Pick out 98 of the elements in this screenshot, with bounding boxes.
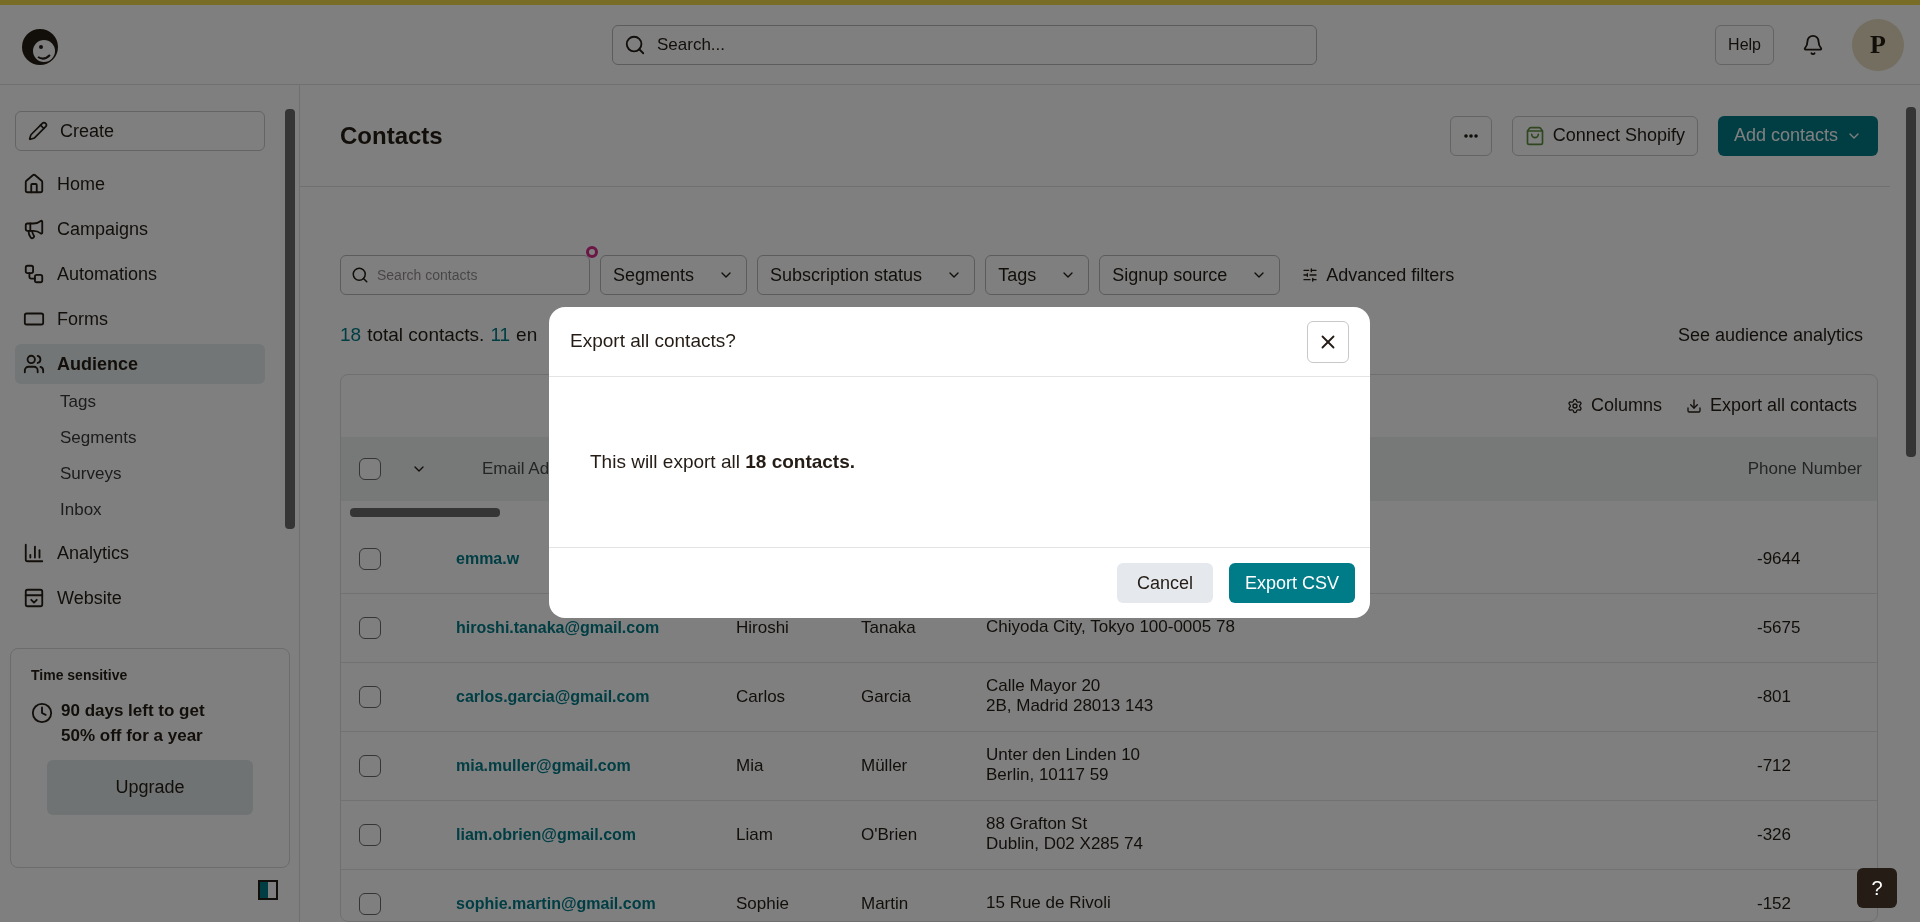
- dialog-title: Export all contacts?: [570, 329, 736, 354]
- sliders-icon: [1302, 267, 1319, 283]
- subscribed-count: 11: [490, 323, 511, 347]
- dialog-message: This will export all 18 contacts.: [590, 449, 856, 474]
- search-field[interactable]: Search...: [612, 24, 1317, 65]
- filter-dropdown[interactable]: Signup source: [1099, 255, 1281, 295]
- create-button[interactable]: Create: [15, 111, 265, 151]
- filter-dropdown[interactable]: Tags: [985, 255, 1090, 295]
- help-button[interactable]: Help: [1715, 24, 1774, 65]
- promo-title: Time sensitive: [31, 666, 129, 685]
- column-header[interactable]: Phone Number: [1747, 455, 1862, 482]
- advanced-filters-button[interactable]: Advanced filters: [1290, 255, 1467, 295]
- table-cell-text: Liam: [736, 823, 774, 846]
- checkbox[interactable]: [359, 457, 381, 480]
- people-icon: [23, 353, 45, 375]
- export-all-button[interactable]: Export all contacts: [1685, 392, 1857, 419]
- summary-text: en: [516, 323, 538, 347]
- scrollbar-thumb[interactable]: [285, 109, 295, 529]
- table-cell-text: -9644: [1757, 547, 1802, 570]
- table-cell-text: O'Brien: [861, 823, 919, 846]
- checkbox[interactable]: [359, 547, 381, 570]
- filter-dropdown[interactable]: Segments: [600, 255, 748, 295]
- address-line: 15 Rue de Rivoli: [986, 892, 1111, 913]
- promo-text: 90 days left to get 50% off for a year: [61, 700, 206, 747]
- address-line: 2B, Madrid 28013 143: [986, 695, 1154, 716]
- pencil-icon: [28, 121, 48, 141]
- table-cell-text: -326: [1757, 823, 1793, 846]
- window-icon: [23, 587, 45, 609]
- scrollbar-thumb[interactable]: [1906, 107, 1916, 457]
- help-floating-button[interactable]: ?: [1857, 868, 1897, 908]
- address-line: Calle Mayor 20: [986, 675, 1102, 696]
- table-cell-text: -801: [1757, 685, 1793, 708]
- audience-analytics-link[interactable]: See audience analytics: [1677, 321, 1863, 349]
- email-link[interactable]: hiroshi.tanaka@gmail.com: [456, 615, 736, 640]
- nav-subitem[interactable]: Surveys: [15, 456, 279, 492]
- table-cell-text: -712: [1757, 754, 1793, 777]
- nav-item[interactable]: Automations: [15, 254, 265, 294]
- page-title: Contacts: [340, 120, 443, 151]
- checkbox[interactable]: [359, 616, 381, 639]
- megaphone-icon: [23, 218, 45, 240]
- add-contacts-button[interactable]: Add contacts: [1717, 115, 1878, 156]
- address-line: Dublin, D02 X285 74: [986, 833, 1143, 854]
- table-cell-text: Mia: [736, 754, 765, 777]
- nav-item[interactable]: Website: [15, 578, 265, 618]
- clock-icon: [31, 702, 53, 724]
- cancel-button[interactable]: Cancel: [1116, 563, 1213, 603]
- checkbox[interactable]: [359, 685, 381, 708]
- nav-subitem[interactable]: Segments: [15, 420, 279, 456]
- home-icon: [23, 173, 45, 195]
- table-cell-text: Martin: [861, 892, 910, 915]
- table-cell-text: -5675: [1757, 616, 1802, 639]
- table-cell-text: Carlos: [736, 685, 787, 708]
- email-link[interactable]: mia.muller@gmail.com: [456, 753, 736, 778]
- table-cell-text: Müller: [861, 754, 909, 777]
- table-cell-text: Tanaka: [861, 616, 917, 639]
- total-count: 18: [340, 323, 362, 347]
- checkbox[interactable]: [359, 754, 381, 777]
- checkbox[interactable]: [359, 892, 381, 915]
- shopping-bag-icon: [1524, 125, 1545, 146]
- gear-icon: [1566, 397, 1583, 414]
- search-icon: [351, 266, 369, 284]
- column-header[interactable]: Email Ad: [482, 455, 550, 482]
- bar-chart-icon: [23, 542, 45, 564]
- search-icon: [624, 33, 646, 56]
- filter-dropdown[interactable]: Subscription status: [757, 255, 976, 295]
- search-contacts-field[interactable]: Search contacts: [340, 255, 590, 295]
- email-link[interactable]: sophie.martin@gmail.com: [456, 891, 736, 916]
- nav-item[interactable]: Home: [15, 164, 265, 204]
- close-button[interactable]: [1307, 320, 1349, 363]
- avatar[interactable]: P: [1852, 18, 1904, 71]
- download-icon: [1685, 397, 1702, 414]
- nav-subitem[interactable]: Inbox: [15, 492, 279, 528]
- ellipsis-icon: [1463, 133, 1478, 138]
- connect-shopify-button[interactable]: Connect Shopify: [1511, 115, 1698, 156]
- table-cell-text: Sophie: [736, 892, 790, 915]
- table-cell-text: Hiroshi: [736, 616, 790, 639]
- panel-toggle-icon[interactable]: [258, 880, 278, 900]
- email-link[interactable]: liam.obrien@gmail.com: [456, 822, 736, 847]
- address-line: Unter den Linden 10: [986, 744, 1141, 765]
- nav-item[interactable]: Analytics: [15, 533, 265, 573]
- nav-item[interactable]: Forms: [15, 299, 265, 339]
- nav-item[interactable]: Campaigns: [15, 209, 265, 249]
- upgrade-button[interactable]: Upgrade: [47, 760, 253, 815]
- address-line: Chiyoda City, Tokyo 100-0005 78: [986, 616, 1235, 637]
- address-line: 88 Grafton St: [986, 813, 1089, 834]
- table-cell-text: Garcia: [861, 685, 913, 708]
- checkbox[interactable]: [359, 823, 381, 846]
- export-csv-button[interactable]: Export CSV: [1228, 563, 1355, 603]
- summary-text: total contacts.: [367, 323, 485, 347]
- email-link[interactable]: carlos.garcia@gmail.com: [456, 684, 736, 709]
- notification-bell-icon[interactable]: [1802, 33, 1824, 56]
- workflow-icon: [23, 263, 45, 285]
- table-cell-text: -152: [1757, 892, 1793, 915]
- address-line: Berlin, 10117 59: [986, 764, 1110, 785]
- nav-item[interactable]: Audience: [15, 344, 265, 384]
- nav-subitem[interactable]: Tags: [15, 384, 279, 420]
- more-button[interactable]: [1449, 115, 1492, 156]
- columns-button[interactable]: Columns: [1566, 392, 1662, 419]
